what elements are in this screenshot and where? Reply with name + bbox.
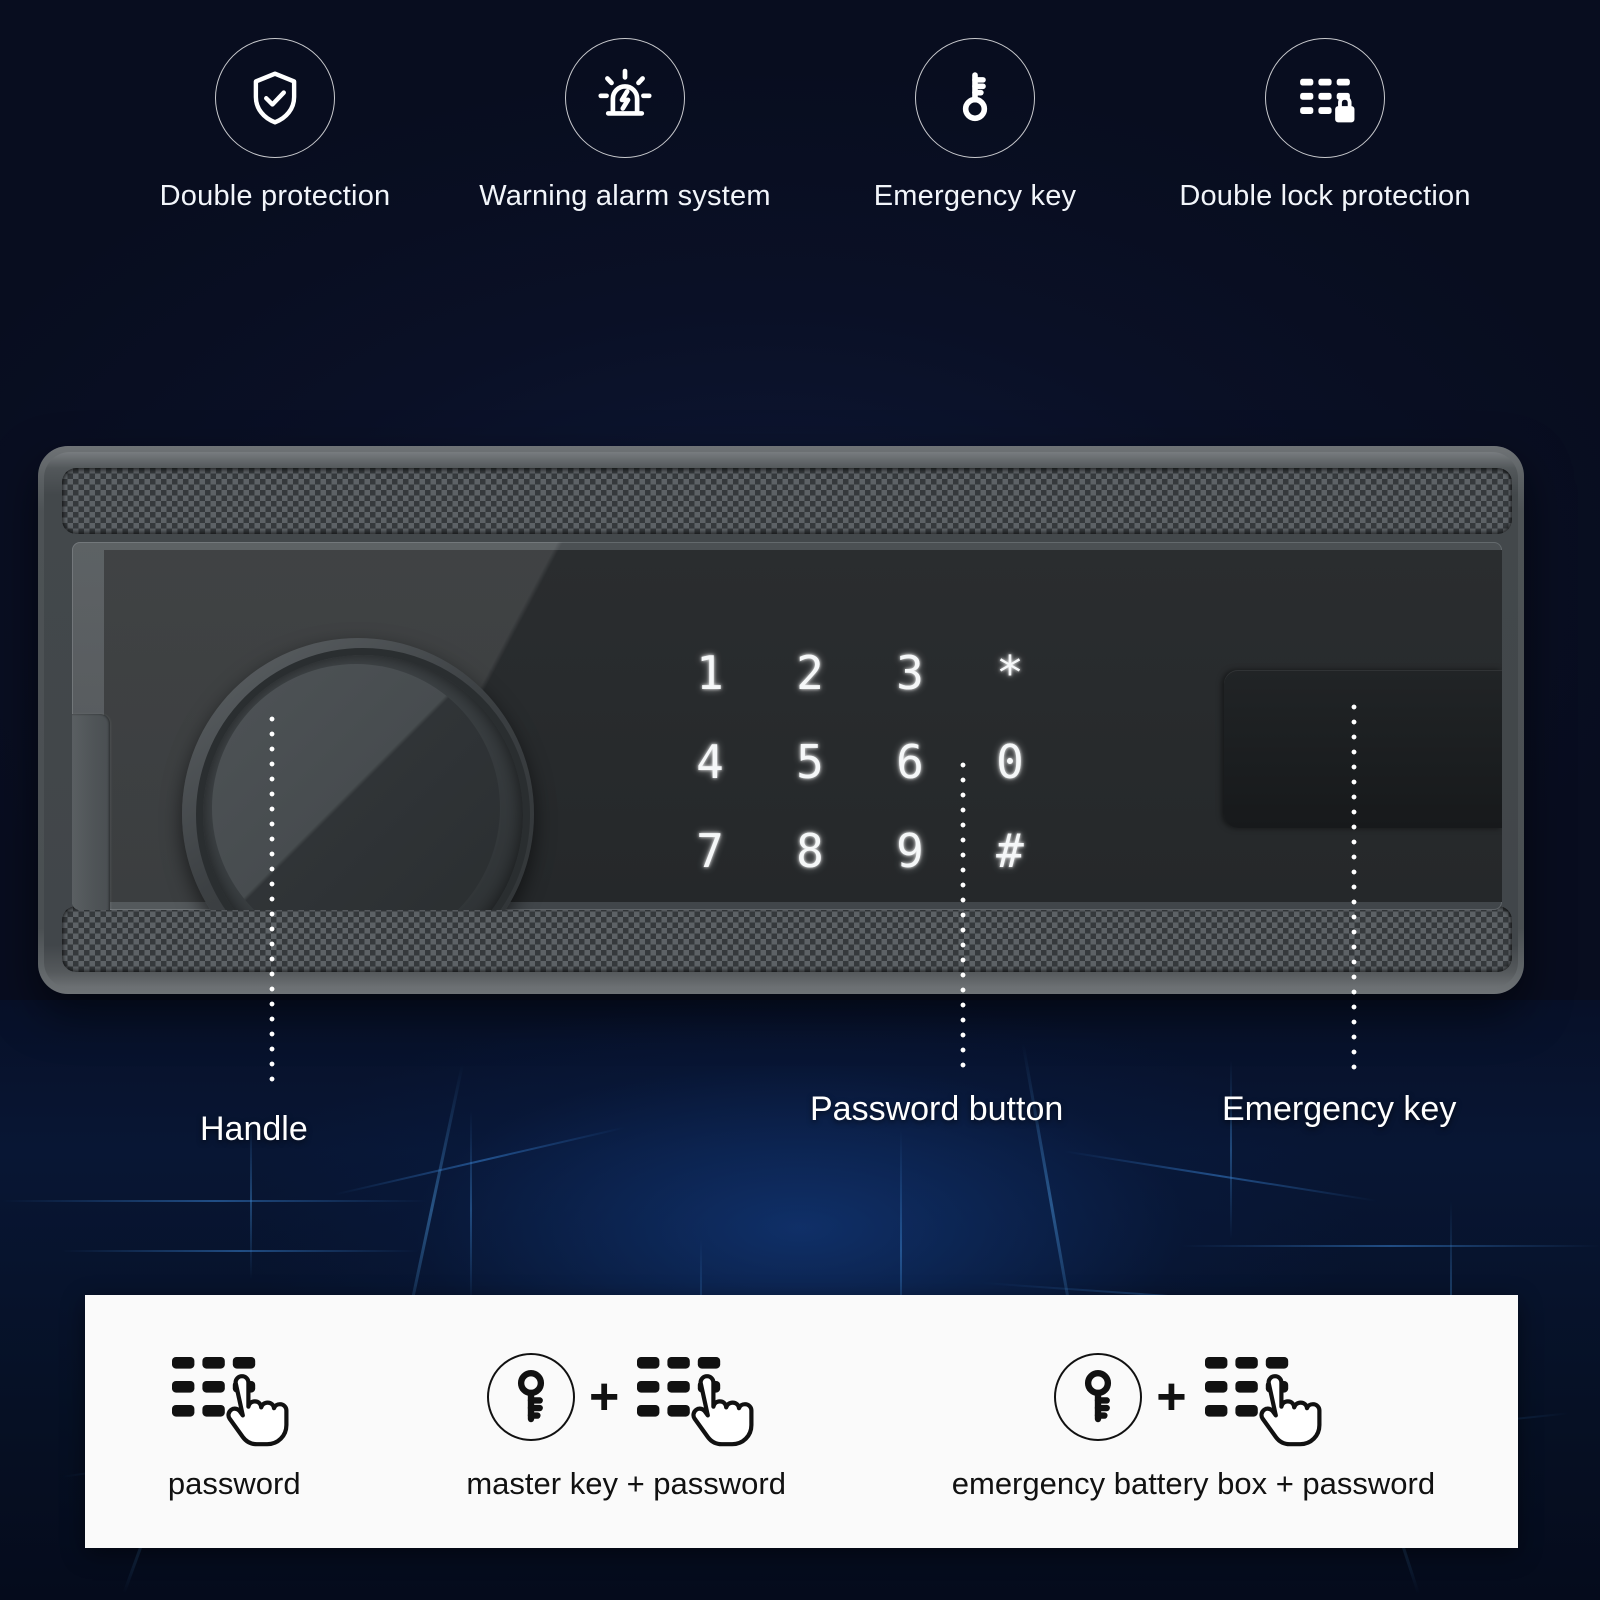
plus-sign-icon: + <box>588 1367 620 1426</box>
safe-door-product: 1 2 3 * 4 5 6 0 7 8 9 # <box>38 446 1524 994</box>
keypad-touch-icon <box>172 1356 289 1446</box>
key-hash[interactable]: # <box>960 807 1060 896</box>
key-icon <box>517 1369 545 1422</box>
callout-label-password-button: Password button <box>810 1090 1064 1128</box>
key-6[interactable]: 6 <box>860 717 960 806</box>
unlock-mode-label: password <box>167 1465 301 1501</box>
feature-emergency-key: Emergency key <box>800 38 1150 213</box>
pointing-hand-icon <box>691 1373 754 1446</box>
key-1[interactable]: 1 <box>660 628 760 717</box>
feature-double-lock-protection: Double lock protection <box>1150 38 1500 213</box>
feature-icon-circle <box>1265 38 1385 158</box>
callout-label-emergency-key: Emergency key <box>1222 1090 1457 1128</box>
unlock-modes-panel: password + master key + password + emerg… <box>85 1295 1518 1548</box>
feature-icon-circle <box>215 38 335 158</box>
key-circle-icon <box>1054 1352 1143 1441</box>
emergency-key-cover[interactable] <box>1224 670 1502 828</box>
rotary-handle[interactable] <box>182 638 534 910</box>
feature-icon-circle <box>565 38 685 158</box>
callout-line-password <box>960 762 966 1074</box>
key-7[interactable]: 7 <box>660 807 760 896</box>
unlock-mode-master-key-password: + master key + password <box>466 1342 786 1502</box>
keypad-touch-icon <box>1204 1356 1322 1446</box>
callout-line-handle <box>269 716 275 1090</box>
unlock-mode-emergency-battery-password: + emergency battery box + password <box>952 1342 1435 1502</box>
key-circle-icon <box>486 1352 575 1441</box>
feature-row: Double protection Warning alarm system E… <box>0 38 1600 248</box>
key-9[interactable]: 9 <box>860 807 960 896</box>
pointing-hand-icon <box>226 1373 289 1446</box>
key-4[interactable]: 4 <box>660 717 760 806</box>
padlock-badge <box>1335 95 1355 123</box>
safe-faceplate: 1 2 3 * 4 5 6 0 7 8 9 # <box>72 542 1502 910</box>
texture-band-top <box>62 468 1512 534</box>
feature-label: Emergency key <box>873 180 1077 212</box>
key-asterisk[interactable]: * <box>960 628 1060 717</box>
callout-label-handle: Handle <box>200 1110 308 1148</box>
pointing-hand-icon <box>1259 1373 1322 1446</box>
feature-label: Double protection <box>159 180 391 212</box>
key-icon <box>962 72 988 122</box>
unlock-mode-label: emergency battery box + password <box>951 1465 1436 1501</box>
key-0[interactable]: 0 <box>960 717 1060 806</box>
unlock-mode-icons <box>168 1342 300 1452</box>
feature-warning-alarm-system: Warning alarm system <box>450 38 800 213</box>
key-8[interactable]: 8 <box>760 807 860 896</box>
feature-label: Warning alarm system <box>479 180 771 212</box>
key-3[interactable]: 3 <box>860 628 960 717</box>
unlock-mode-password: password <box>168 1342 301 1502</box>
keypad-lock-icon <box>1300 78 1355 123</box>
unlock-mode-icons: + <box>1054 1342 1332 1452</box>
feature-double-protection: Double protection <box>100 38 450 213</box>
feature-label: Double lock protection <box>1179 180 1471 212</box>
side-edge-tab <box>72 714 110 910</box>
safe-body: 1 2 3 * 4 5 6 0 7 8 9 # <box>44 452 1518 988</box>
shield-check-icon <box>253 71 297 125</box>
plus-sign-icon: + <box>1156 1367 1187 1426</box>
infographic-canvas: Double protection Warning alarm system E… <box>0 0 1600 1600</box>
key-5[interactable]: 5 <box>760 717 860 806</box>
keypad-touch-icon <box>637 1356 754 1446</box>
key-icon <box>1085 1369 1112 1422</box>
password-keypad[interactable]: 1 2 3 * 4 5 6 0 7 8 9 # <box>660 628 1060 896</box>
texture-band-bottom <box>62 906 1512 972</box>
callout-line-emergency <box>1351 704 1357 1076</box>
key-2[interactable]: 2 <box>760 628 860 717</box>
feature-icon-circle <box>915 38 1035 158</box>
alarm-siren-icon <box>598 68 652 116</box>
unlock-mode-label: master key + password <box>466 1465 786 1501</box>
unlock-mode-icons: + <box>486 1342 765 1452</box>
